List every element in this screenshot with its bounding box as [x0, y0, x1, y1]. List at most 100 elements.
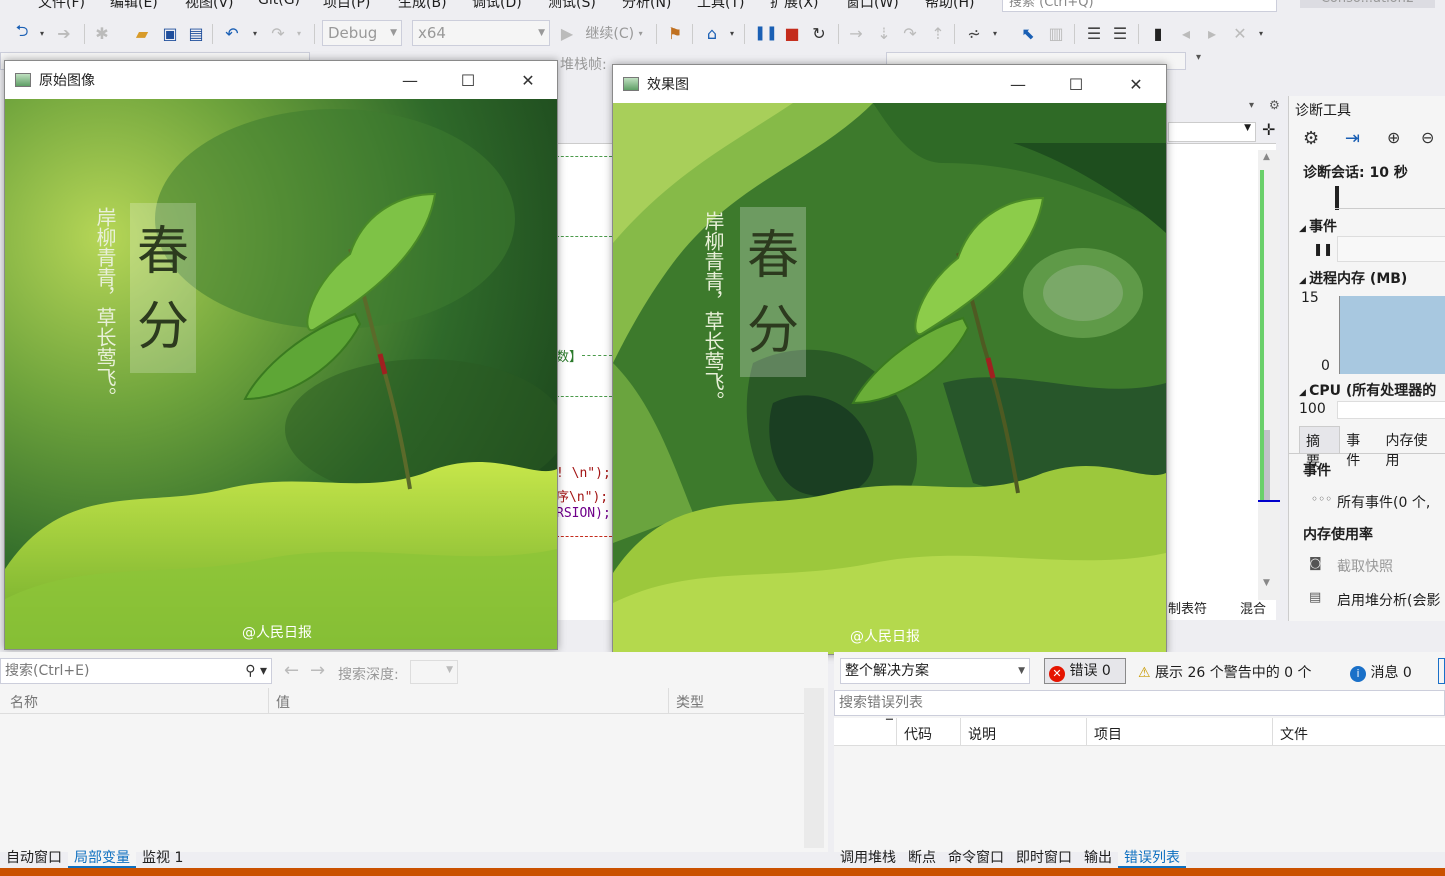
column-project[interactable]: 项目 [1094, 724, 1122, 744]
column-name[interactable]: 名称 [10, 692, 38, 712]
step-into-icon[interactable]: ⇣ [872, 18, 896, 48]
column-file[interactable]: 文件 [1280, 724, 1308, 744]
forward-icon[interactable]: ➔ [52, 18, 76, 48]
menu-edit[interactable]: 编辑(E) [110, 0, 158, 12]
tab-locals[interactable]: 局部变量 [68, 844, 136, 868]
tab-command-window[interactable]: 命令窗口 [942, 844, 1010, 868]
events-header[interactable]: ◢ 事件 [1299, 216, 1337, 236]
build-filter-button[interactable] [1438, 658, 1445, 684]
solution-name-badge[interactable]: Conso...ation2 [1300, 0, 1435, 8]
original-image-window[interactable]: 原始图像 — ☐ ✕ 春 分 岸柳青青，草长莺飞。 @人民日报 [4, 60, 558, 650]
menu-extensions[interactable]: 扩展(X) [770, 0, 819, 12]
prev-bookmark-icon[interactable]: ◂ [1174, 18, 1198, 48]
minimize-icon[interactable]: — [995, 69, 1041, 99]
open-folder-icon[interactable]: ▰ [130, 18, 154, 48]
pause-icon[interactable]: ❚❚ [754, 18, 778, 48]
redo-dropdown-icon[interactable]: ▾ [292, 18, 306, 48]
select-element-icon[interactable]: ⬉ [1016, 18, 1040, 48]
messages-filter-button[interactable]: i 消息 0 [1350, 662, 1412, 682]
zoom-out-icon[interactable]: ⊖ [1421, 128, 1434, 147]
undo-icon[interactable]: ↶ [220, 18, 244, 48]
tab-events[interactable]: 事件 [1340, 426, 1379, 469]
next-bookmark-icon[interactable]: ▸ [1200, 18, 1224, 48]
line-endings-label[interactable]: 混合 [1240, 598, 1266, 617]
redo-icon[interactable]: ↷ [266, 18, 290, 48]
window-titlebar[interactable]: 原始图像 — ☐ ✕ [5, 61, 557, 99]
application-insights-icon[interactable]: ⌂ [700, 18, 724, 48]
step-over-icon[interactable]: ↷ [898, 18, 922, 48]
tab-immediate-window[interactable]: 即时窗口 [1010, 844, 1078, 868]
tab-error-list[interactable]: 错误列表 [1118, 844, 1186, 868]
menu-view[interactable]: 视图(V) [185, 0, 234, 12]
tab-output[interactable]: 输出 [1078, 844, 1118, 868]
clear-bookmarks-icon[interactable]: ✕ [1228, 18, 1252, 48]
restart-icon[interactable]: ↻ [806, 18, 832, 48]
save-all-icon[interactable]: ▤ [184, 18, 208, 48]
split-editor-icon[interactable]: ✛ [1262, 120, 1275, 139]
column-code[interactable]: 代码 [904, 724, 932, 744]
enable-heap-profiling[interactable]: 启用堆分析(会影 [1337, 590, 1440, 610]
editor-vertical-scrollbar[interactable]: ▲ ▼ [1258, 150, 1280, 600]
locals-search-input[interactable]: 搜索(Ctrl+E) ⚲ ▾ [0, 658, 272, 684]
indent-icon[interactable]: ☰ [1082, 18, 1106, 48]
tab-stops-label[interactable]: 制表符 [1168, 598, 1207, 617]
configuration-select[interactable]: Debug ▼ [322, 20, 402, 46]
forward-arrow-icon[interactable]: → [310, 660, 325, 681]
settings-icon[interactable]: ⚙ [1303, 128, 1319, 149]
all-events-link[interactable]: 所有事件(0 个, [1337, 492, 1430, 512]
hot-reload-icon[interactable]: ⚑ [664, 18, 686, 48]
show-next-statement-icon[interactable]: → [844, 18, 868, 48]
toolbar-overflow-icon[interactable]: ▾ [1196, 52, 1201, 63]
bookmark-icon[interactable]: ▮ [1146, 18, 1170, 48]
locals-scrollbar[interactable] [804, 688, 824, 848]
outdent-icon[interactable]: ☰ [1108, 18, 1132, 48]
new-item-icon[interactable]: ✱ [90, 18, 114, 48]
pause-icon[interactable]: ❚❚ [1313, 242, 1333, 256]
platform-select[interactable]: x64 ▼ [412, 20, 550, 46]
tab-summary[interactable]: 摘要 [1299, 426, 1341, 470]
step-out-icon[interactable]: ⇡ [926, 18, 950, 48]
menu-test[interactable]: 测试(S) [548, 0, 596, 12]
undo-dropdown-icon[interactable]: ▾ [248, 18, 262, 48]
menu-analyze[interactable]: 分析(N) [622, 0, 671, 12]
member-dropdown[interactable]: ▼ [1168, 122, 1256, 142]
scroll-up-icon[interactable]: ▲ [1263, 152, 1270, 162]
play-icon[interactable]: ▶ [556, 18, 578, 48]
thread-dropdown-icon[interactable]: ▾ [988, 18, 1002, 48]
scroll-down-icon[interactable]: ▼ [1263, 578, 1270, 588]
scroll-thumb[interactable] [1264, 430, 1270, 500]
tab-memory-usage[interactable]: 内存使用 [1380, 426, 1445, 469]
menu-project[interactable]: 项目(P) [323, 0, 370, 12]
menu-window[interactable]: 窗口(W) [846, 0, 899, 12]
effect-image-window[interactable]: 效果图 — ☐ ✕ 春 分 岸柳青青，草长莺飞。 @人民日报 [612, 64, 1167, 655]
zoom-in-icon[interactable]: ⊕ [1387, 128, 1400, 147]
search-depth-select[interactable]: ▼ [410, 660, 458, 684]
maximize-icon[interactable]: ☐ [445, 65, 491, 95]
menu-build[interactable]: 生成(B) [398, 0, 447, 12]
menu-help[interactable]: 帮助(H) [925, 0, 974, 12]
tab-call-stack[interactable]: 调用堆栈 [834, 844, 902, 868]
thread-filter-icon[interactable]: ⩫ [962, 18, 986, 48]
warnings-filter-button[interactable]: ⚠ 展示 26 个警告中的 0 个 [1138, 662, 1312, 682]
live-tree-icon[interactable]: ▥ [1044, 18, 1068, 48]
tab-breakpoints[interactable]: 断点 [902, 844, 942, 868]
scope-select[interactable]: 整个解决方案 ▼ [840, 658, 1030, 684]
sort-icon[interactable]: ▔ [886, 720, 893, 730]
panel-settings-icon[interactable]: ⚙ [1269, 98, 1280, 112]
stop-icon[interactable]: ■ [780, 18, 804, 48]
menu-file[interactable]: 文件(F) [38, 0, 85, 12]
tab-autos[interactable]: 自动窗口 [0, 844, 68, 868]
error-list-search-input[interactable]: 搜索错误列表 [834, 690, 1445, 716]
export-icon[interactable]: ⇥ [1345, 128, 1360, 149]
menu-debug[interactable]: 调试(D) [472, 0, 522, 12]
insights-dropdown-icon[interactable]: ▾ [726, 18, 738, 48]
menu-tools[interactable]: 工具(T) [697, 0, 744, 12]
tab-watch-1[interactable]: 监视 1 [136, 844, 189, 868]
continue-button[interactable]: 继续(C) ▾ [580, 18, 648, 48]
window-titlebar[interactable]: 效果图 — ☐ ✕ [613, 65, 1166, 103]
take-snapshot-button[interactable]: 截取快照 [1337, 556, 1393, 576]
cpu-header[interactable]: ◢ CPU (所有处理器的 [1299, 380, 1436, 400]
column-type[interactable]: 类型 [676, 692, 704, 712]
timeline-cursor[interactable] [1335, 186, 1339, 210]
menu-git[interactable]: Git(G) [258, 0, 300, 8]
